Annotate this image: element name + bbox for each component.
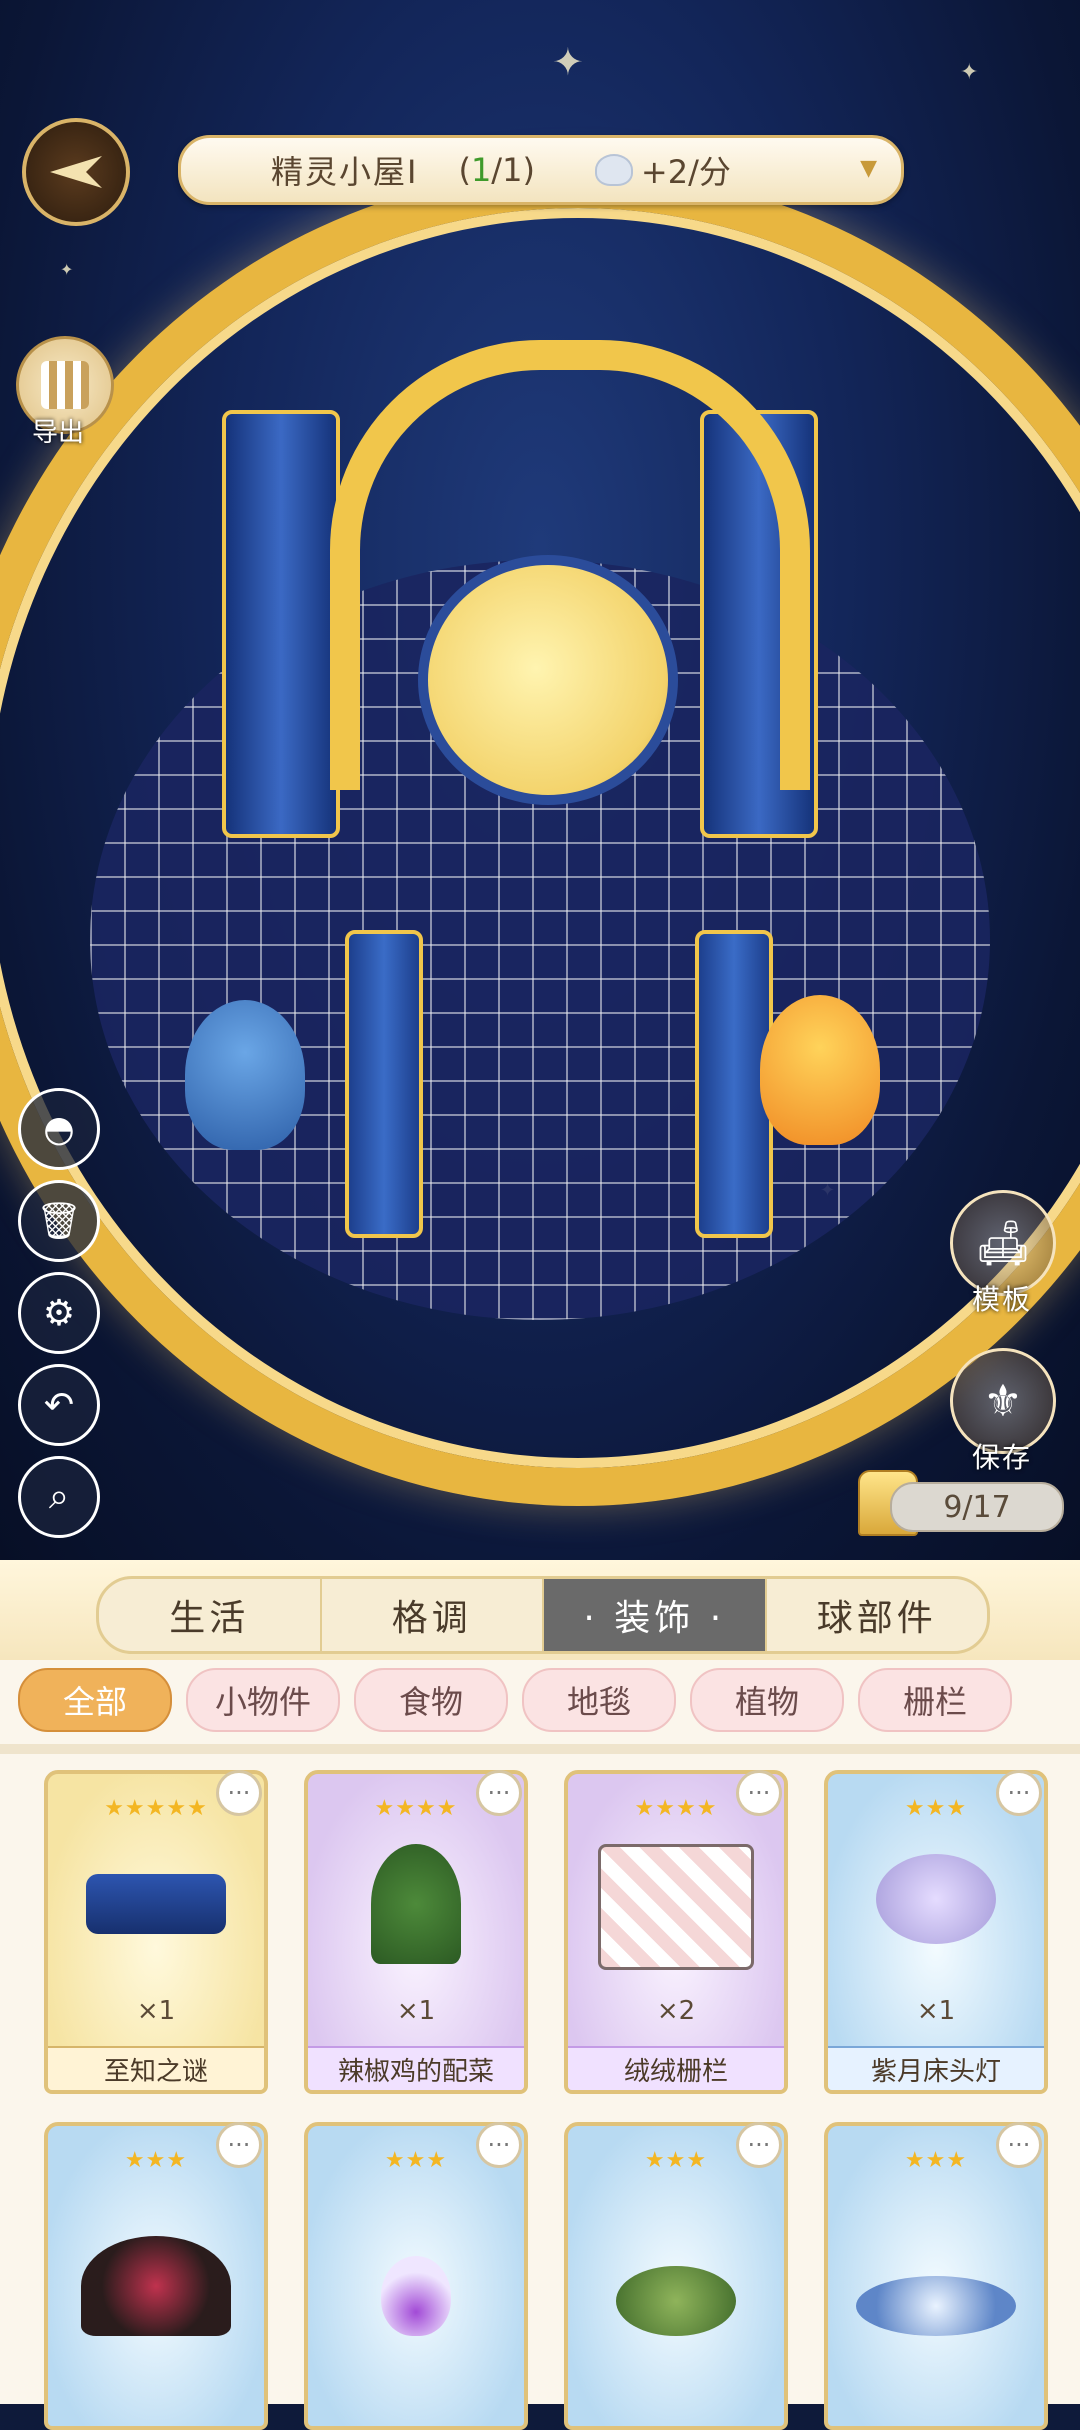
search-icon: ⌕ — [48, 1476, 70, 1517]
item-name: 绒绒栅栏 — [568, 2046, 784, 2090]
tab-style[interactable]: 格调 — [322, 1579, 544, 1651]
more-options-icon[interactable]: ··· — [216, 2122, 262, 2168]
category-tabs: 生活 格调 · 装饰 · 球部件 — [96, 1576, 990, 1654]
more-options-icon[interactable]: ··· — [996, 2122, 1042, 2168]
pillar-left[interactable] — [345, 930, 423, 1238]
tab-ball-parts[interactable]: 球部件 — [767, 1579, 988, 1651]
save-label: 保存 — [972, 1441, 1033, 1474]
sparkle-icon: ✦ — [60, 260, 74, 279]
back-button[interactable] — [22, 118, 130, 226]
subtab-all[interactable]: 全部 — [18, 1668, 172, 1732]
blue-mask-icon — [86, 1874, 226, 1934]
sparkle-icon: ✦ — [552, 40, 584, 84]
subtab-small-items[interactable]: 小物件 — [186, 1668, 340, 1732]
card-fence-icon — [598, 1844, 754, 1970]
item-card[interactable]: ★★★★★ ×1 至知之谜 — [44, 1770, 268, 2094]
subtab-fences[interactable]: 栅栏 — [858, 1668, 1012, 1732]
more-options-icon[interactable]: ··· — [736, 2122, 782, 2168]
undo-button[interactable]: ↶ — [18, 1364, 100, 1446]
item-card[interactable]: ★★★ ×1 紫月床头灯 — [824, 1770, 1048, 2094]
item-name: 辣椒鸡的配菜 — [308, 2046, 524, 2090]
trash-icon: 🗑 — [36, 1201, 82, 1242]
subtab-plants[interactable]: 植物 — [690, 1668, 844, 1732]
item-quantity: ×1 — [396, 1996, 436, 2026]
divider — [0, 1744, 1080, 1754]
sparkle-icon: ✦ — [960, 60, 979, 85]
flower-rug-icon — [856, 2276, 1016, 2336]
spirit-character-orange[interactable] — [760, 995, 880, 1145]
tab-life[interactable]: 生活 — [99, 1579, 322, 1651]
item-quantity: ×2 — [656, 1996, 696, 2026]
item-name: 紫月床头灯 — [828, 2046, 1044, 2090]
item-card[interactable]: ★★★ — [44, 2122, 268, 2430]
item-name: 至知之谜 — [48, 2046, 264, 2090]
delete-button[interactable]: 🗑 — [18, 1180, 100, 1262]
more-options-icon[interactable]: ··· — [476, 2122, 522, 2168]
tab-decoration[interactable]: · 装饰 · — [544, 1579, 767, 1651]
subtab-rugs[interactable]: 地毯 — [522, 1668, 676, 1732]
back-icon — [50, 156, 102, 188]
view-toggle-icon: ◓ — [43, 1108, 75, 1150]
item-card[interactable]: ★★★★ ×2 绒绒栅栏 — [564, 1770, 788, 2094]
house-name: 精灵小屋Ⅰ — [271, 153, 419, 191]
qr-code-icon — [41, 361, 89, 409]
golden-arch[interactable] — [330, 340, 810, 790]
save-icon: ⚜ — [983, 1375, 1023, 1427]
item-quantity: ×1 — [916, 1996, 956, 2026]
item-quantity: ×1 — [136, 1996, 176, 2026]
house-title-bar[interactable]: 精灵小屋Ⅰ (1/1) +2/分 ▼ — [178, 135, 904, 205]
template-label: 模板 — [972, 1283, 1033, 1316]
export-label: 导出 — [32, 418, 85, 448]
item-card[interactable]: ★★★ — [304, 2122, 528, 2430]
income-rate: +2/分 — [640, 153, 731, 191]
more-options-icon[interactable]: ··· — [996, 1770, 1042, 1816]
more-options-icon[interactable]: ··· — [216, 1770, 262, 1816]
ornament-icon — [81, 2236, 231, 2336]
subcategory-tabs: 全部 小物件 食物 地毯 植物 栅栏 — [18, 1668, 1068, 1732]
shell-icon — [594, 154, 633, 186]
view-toggle-button[interactable]: ◓ — [18, 1088, 100, 1170]
item-card[interactable]: ★★★ — [564, 2122, 788, 2430]
house-scene[interactable]: ✦ ✦ ✦ ✦ — [0, 0, 1080, 1560]
item-card[interactable]: ★★★ — [824, 2122, 1048, 2430]
gear-icon: ⚙ — [42, 1292, 76, 1334]
item-card[interactable]: ★★★★ ×1 辣椒鸡的配菜 — [304, 1770, 528, 2094]
matcha-cake-icon — [616, 2266, 736, 2336]
potion-bottle-icon — [381, 2256, 451, 2336]
sofa-icon: 🛋 — [975, 1218, 1031, 1269]
settings-button[interactable]: ⚙ — [18, 1272, 100, 1354]
undo-icon: ↶ — [43, 1384, 75, 1426]
search-button[interactable]: ⌕ — [18, 1456, 100, 1538]
more-options-icon[interactable]: ··· — [476, 1770, 522, 1816]
spirit-character-blue[interactable] — [185, 1000, 305, 1150]
bookshelf-left[interactable] — [222, 410, 340, 838]
chili-plant-icon — [371, 1844, 461, 1964]
more-options-icon[interactable]: ··· — [736, 1770, 782, 1816]
subtab-food[interactable]: 食物 — [354, 1668, 508, 1732]
chevron-down-icon[interactable]: ▼ — [860, 156, 877, 181]
cloud-lamp-icon — [876, 1854, 996, 1944]
house-count: (1/1) — [458, 151, 535, 189]
capacity-counter: 9/17 — [890, 1482, 1064, 1532]
